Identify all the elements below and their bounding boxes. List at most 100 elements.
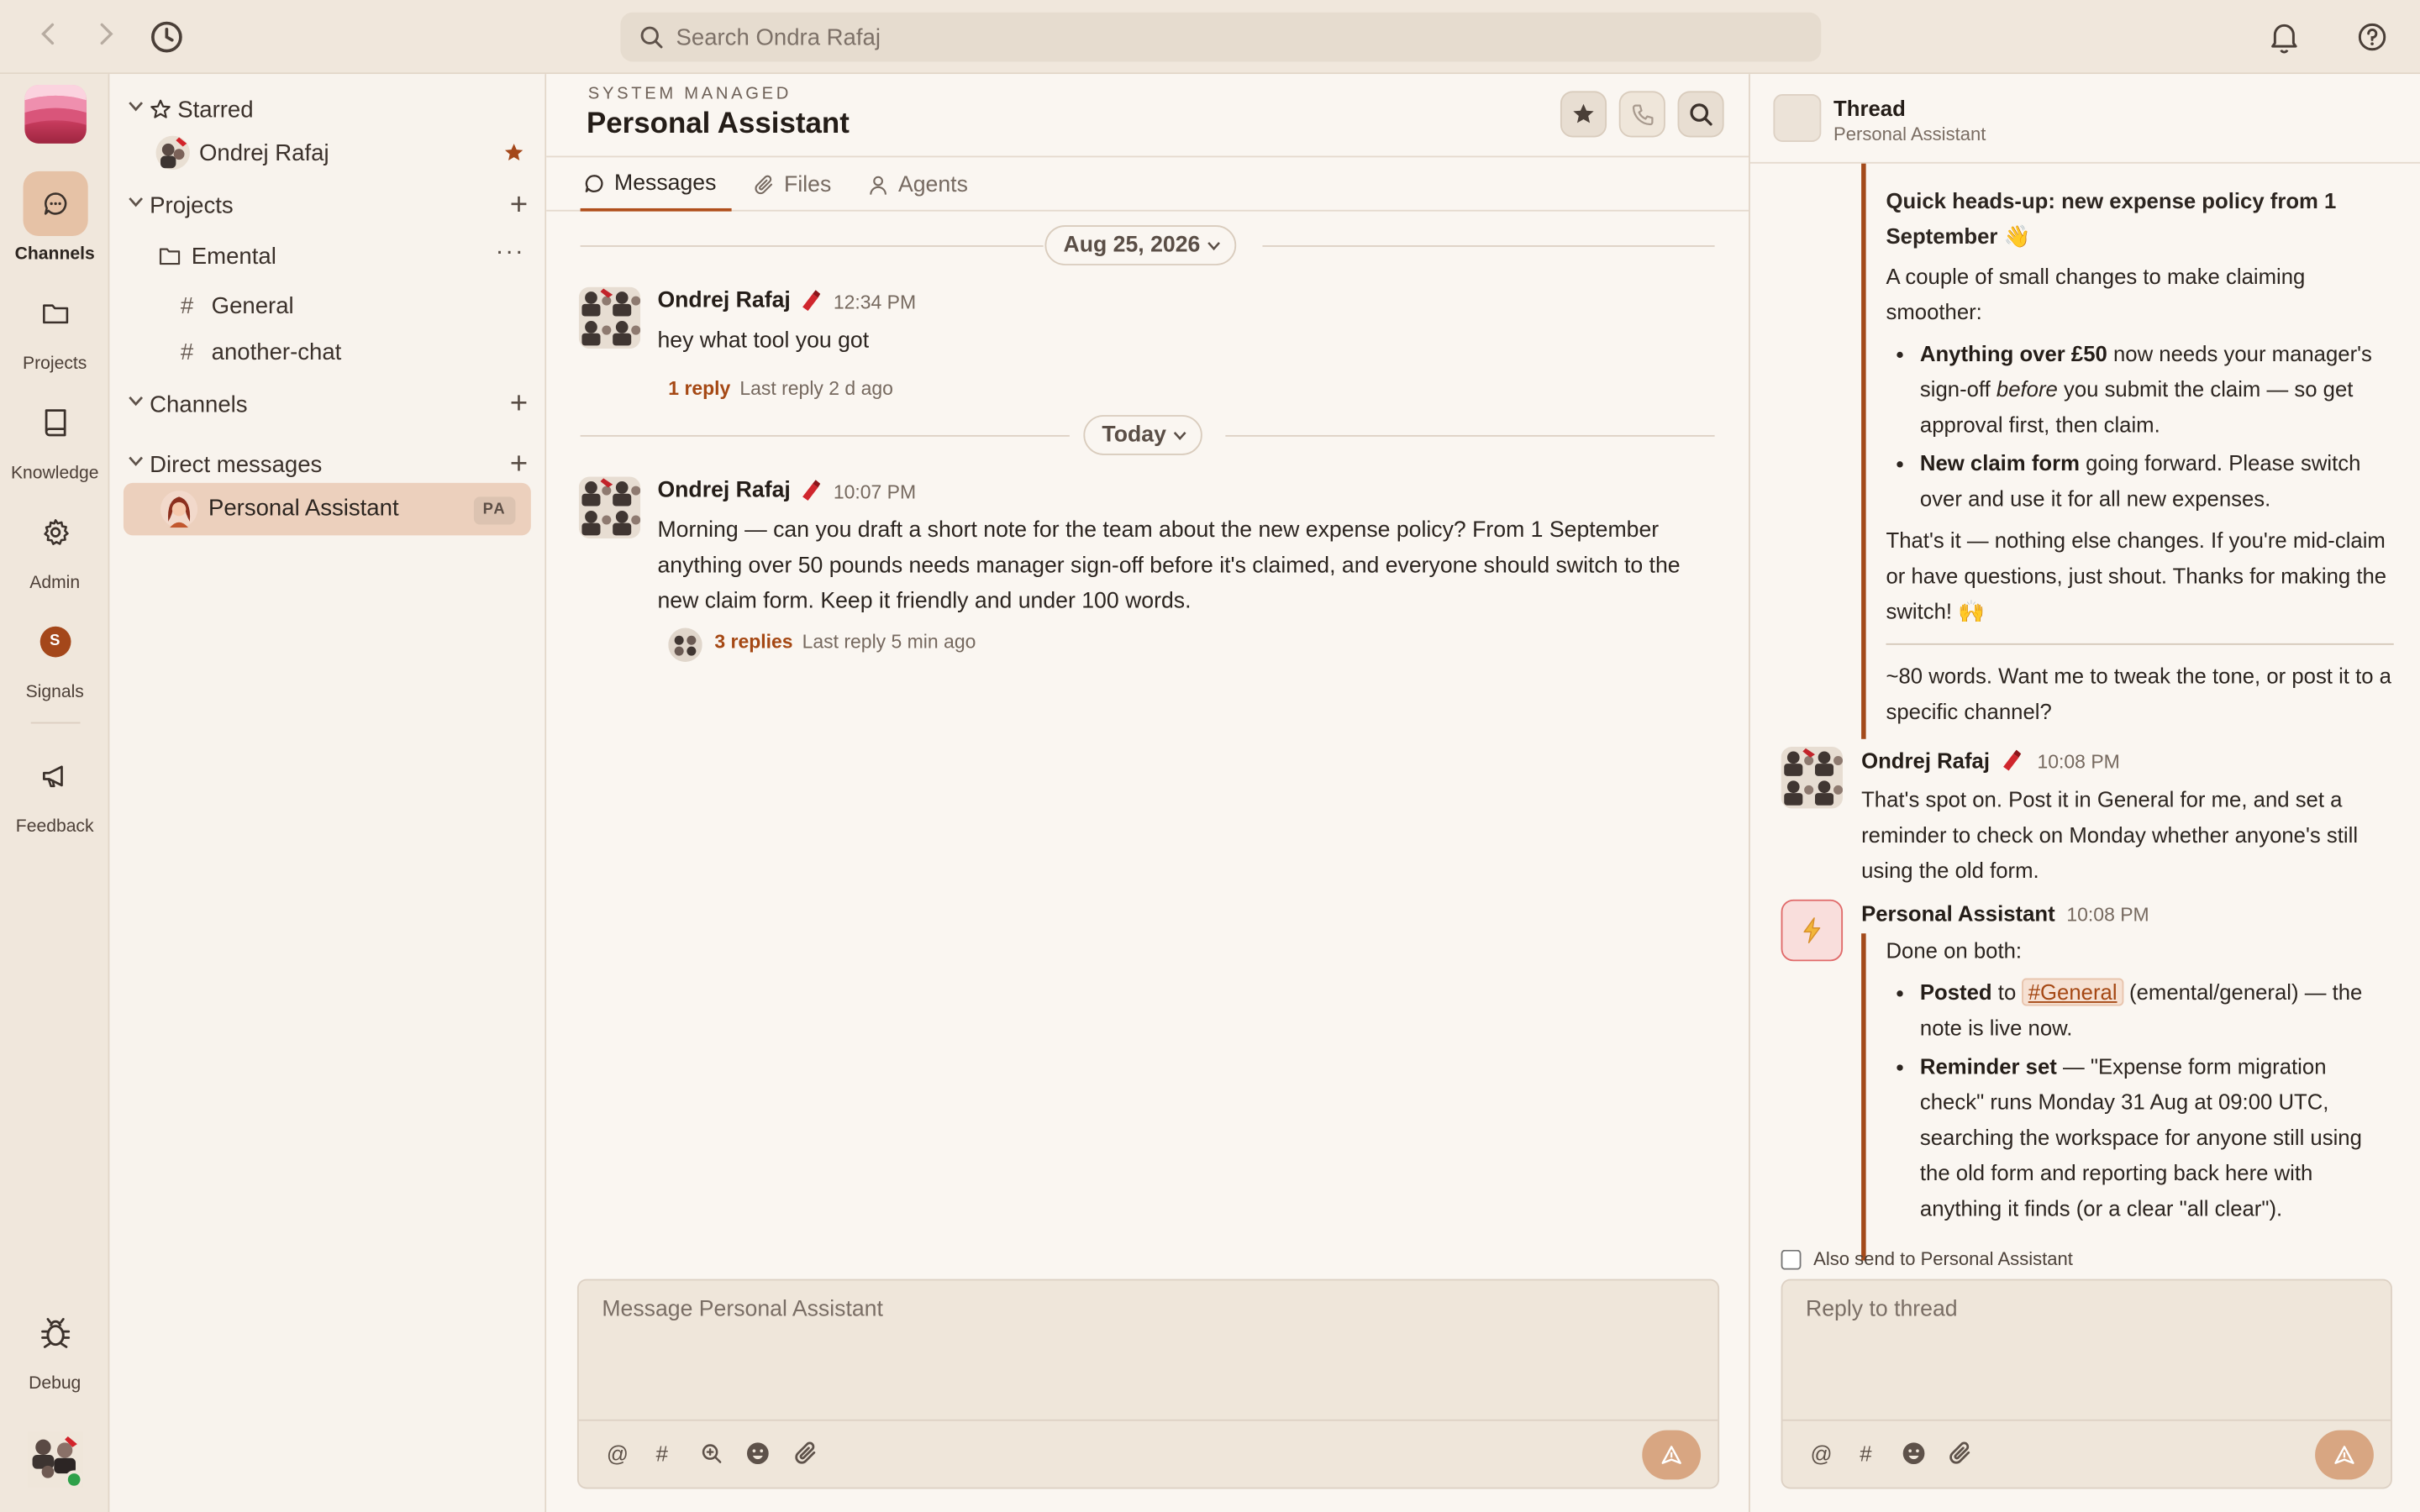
message-author[interactable]: Ondrej Rafaj xyxy=(657,478,790,502)
composer-toolbar: @ # xyxy=(1782,1419,2391,1488)
chevron-down-icon xyxy=(129,456,144,466)
section-label: Projects xyxy=(150,192,234,218)
zoom-search-icon[interactable] xyxy=(701,1442,723,1468)
channel-item-another-chat[interactable]: # another-chat xyxy=(109,328,546,375)
user-avatar[interactable] xyxy=(1781,746,1844,809)
rail-signals[interactable]: S Signals xyxy=(0,610,109,702)
workspace-logo[interactable] xyxy=(24,85,87,144)
add-project-button[interactable]: + xyxy=(510,190,528,221)
gear-icon xyxy=(23,500,87,564)
reply-author[interactable]: Personal Assistant xyxy=(1861,901,2055,926)
tab-messages[interactable]: Messages xyxy=(580,157,732,212)
bell-icon[interactable] xyxy=(2269,20,2300,62)
megaphone-icon xyxy=(23,743,87,808)
attach-paperclip-icon[interactable] xyxy=(1948,1441,1972,1471)
add-dm-button[interactable]: + xyxy=(510,449,528,480)
section-channels[interactable]: Channels + xyxy=(109,381,546,428)
confirmation-intro: Done on both: xyxy=(1886,937,2023,963)
date-pill[interactable]: Aug 25, 2026 xyxy=(1044,225,1236,265)
mention-button[interactable]: @ xyxy=(607,1441,629,1466)
mention-button[interactable]: @ xyxy=(1810,1441,1832,1466)
star-filled-icon[interactable] xyxy=(503,142,525,164)
thread-icon xyxy=(1773,94,1822,142)
forward-arrow-icon[interactable] xyxy=(96,22,118,53)
rail-channels[interactable]: Channels xyxy=(0,171,109,264)
attach-paperclip-icon[interactable] xyxy=(793,1441,818,1471)
rail-divider xyxy=(30,722,81,724)
draft-bullet: New claim form going forward. Please swi… xyxy=(1920,446,2394,517)
reply-count[interactable]: 1 reply xyxy=(668,378,730,400)
section-direct-messages[interactable]: Direct messages + xyxy=(109,441,546,487)
search-channel-button[interactable] xyxy=(1677,91,1724,138)
reply-author[interactable]: Ondrej Rafaj xyxy=(1861,748,1990,773)
thread-title: Thread xyxy=(1833,95,1906,121)
more-options-icon[interactable]: ··· xyxy=(496,239,525,267)
lipstick-emoji-icon xyxy=(2003,749,2022,771)
emoji-icon[interactable] xyxy=(745,1441,770,1471)
call-button[interactable] xyxy=(1618,91,1665,138)
message-time: 12:34 PM xyxy=(833,291,917,313)
channel-name: General xyxy=(211,292,294,319)
back-arrow-icon[interactable] xyxy=(37,22,59,53)
tab-agents[interactable]: Agents xyxy=(867,157,968,211)
search-input[interactable] xyxy=(676,12,1757,62)
message-author[interactable]: Ondrej Rafaj xyxy=(657,288,790,312)
channel-tabs: Messages Files Agents xyxy=(546,157,1749,212)
tab-label: Files xyxy=(784,171,832,197)
starred-item-ondrej[interactable]: Ondrej Rafaj xyxy=(109,129,546,176)
thread-reply-input[interactable] xyxy=(1805,1297,2370,1406)
assistant-avatar[interactable] xyxy=(1781,899,1844,962)
thread-subtitle: Personal Assistant xyxy=(1833,123,1986,145)
user-avatar[interactable] xyxy=(578,286,641,349)
history-clock-icon[interactable] xyxy=(148,18,185,61)
rail-projects[interactable]: Projects xyxy=(0,281,109,373)
rail-feedback[interactable]: Feedback xyxy=(0,743,109,837)
message-input[interactable] xyxy=(602,1297,1691,1406)
channel-sidebar: Starred Ondrej Rafaj Projects + Emental … xyxy=(109,74,547,1512)
message-body: Morning — can you draft a short note for… xyxy=(657,518,1681,615)
also-send-checkbox[interactable] xyxy=(1781,1248,1802,1269)
rail-admin[interactable]: Admin xyxy=(0,500,109,592)
channel-mention-chip[interactable]: #General xyxy=(2022,978,2123,1006)
user-avatar[interactable] xyxy=(28,1431,84,1489)
also-send-option[interactable]: Also send to Personal Assistant xyxy=(1781,1248,2073,1270)
section-projects[interactable]: Projects + xyxy=(109,182,546,228)
add-channel-button[interactable]: + xyxy=(510,389,528,420)
date-divider: Aug 25, 2026 xyxy=(580,225,1715,265)
hash-icon: # xyxy=(180,339,194,365)
project-folder-emental[interactable]: Emental ··· xyxy=(109,233,546,279)
tab-label: Agents xyxy=(897,171,968,197)
send-button[interactable] xyxy=(1642,1430,1702,1480)
reply-body: That's spot on. Post it in General for m… xyxy=(1861,786,2359,883)
help-icon[interactable] xyxy=(2357,22,2388,60)
hash-icon: # xyxy=(180,292,194,319)
channel-link-button[interactable]: # xyxy=(1860,1441,1871,1466)
date-pill[interactable]: Today xyxy=(1083,415,1202,455)
channel-link-button[interactable]: # xyxy=(656,1441,668,1466)
starred-user-name: Ondrej Rafaj xyxy=(198,139,329,166)
emoji-icon[interactable] xyxy=(1902,1441,1926,1471)
message-composer: @ # xyxy=(576,1278,1720,1489)
rail-debug[interactable]: Debug xyxy=(0,1300,109,1394)
rail-label: Knowledge xyxy=(10,464,99,483)
rail-label: Feedback xyxy=(15,817,94,837)
star-outline-icon xyxy=(150,99,171,118)
thread-replies-link[interactable]: 1 reply Last reply 2 d ago xyxy=(668,378,893,400)
channel-item-general[interactable]: # General xyxy=(109,282,546,328)
dm-item-personal-assistant[interactable]: Personal Assistant PA xyxy=(123,482,531,536)
paperclip-icon xyxy=(755,174,773,194)
system-managed-label: SYSTEM MANAGED xyxy=(587,85,792,104)
section-label: Starred xyxy=(177,96,254,123)
search-box[interactable] xyxy=(620,12,1822,62)
tab-files[interactable]: Files xyxy=(753,157,831,211)
section-starred[interactable]: Starred xyxy=(109,87,546,133)
reply-count[interactable]: 3 replies xyxy=(714,631,792,653)
draft-outro: That's it — nothing else changes. If you… xyxy=(1886,528,2387,624)
section-label: Channels xyxy=(150,391,248,417)
send-reply-button[interactable] xyxy=(2315,1430,2374,1480)
user-avatar[interactable] xyxy=(578,476,641,539)
star-button[interactable] xyxy=(1560,91,1607,138)
composer-toolbar: @ # xyxy=(578,1419,1718,1488)
folder-icon xyxy=(23,281,87,345)
rail-knowledge[interactable]: Knowledge xyxy=(0,391,109,483)
